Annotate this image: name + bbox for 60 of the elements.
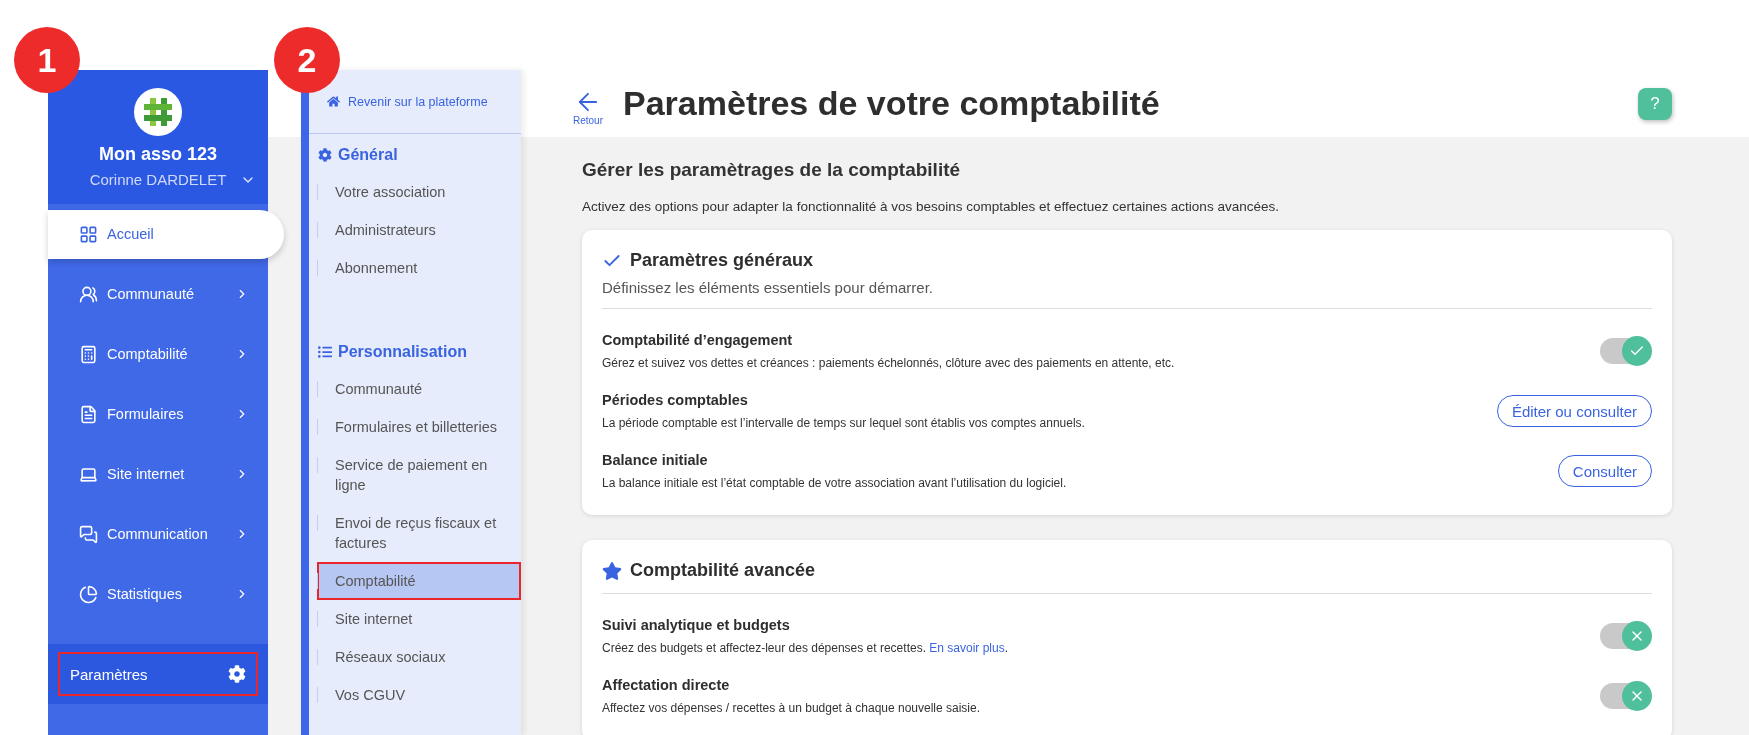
step-badge: 1 (14, 27, 80, 93)
back-button[interactable]: Retour (573, 87, 603, 126)
section-heading: Gérer les paramètrages de la comptabilité (582, 159, 962, 181)
nav-item[interactable]: Formulaires (48, 389, 268, 439)
section-title: Personnalisation (338, 343, 467, 361)
setting-title: Suivi analytique et budgets (602, 616, 791, 634)
organization-name: Mon asso 123 (98, 144, 217, 165)
menu-item[interactable]: Administrateurs (317, 211, 521, 249)
card-title: Paramètres généraux (630, 250, 814, 271)
menu-item[interactable]: Votre association (317, 173, 521, 211)
setting-description: La période comptable est l’intervalle de temps sur lequel sont établis vos comptes annuels. (602, 415, 1085, 431)
menu-item[interactable]: Communauté (317, 370, 521, 408)
menu-item[interactable]: Site internet (317, 600, 521, 638)
menu-item[interactable]: Comptabilité (317, 562, 521, 600)
setting-description: Affectez vos dépenses / recettes à un budget à chaque nouvelle saisie. (602, 700, 981, 716)
settings-link[interactable]: Paramètres (58, 652, 258, 696)
setting-title: Balance initiale (602, 451, 709, 469)
page-title: Paramètres de votre comptabilité (623, 84, 1160, 123)
nav-item[interactable]: Statistiques (48, 569, 268, 619)
toggle-switch[interactable] (1600, 623, 1650, 649)
document-icon (79, 404, 98, 424)
settings-icon (228, 665, 246, 683)
action-button[interactable]: Éditer ou consulter (1496, 395, 1652, 427)
nav-item[interactable]: Communication (48, 509, 268, 559)
intro-text: Activez des options pour adapter la fonctionnalité à vos besoins comptables et effectuez certaines actions avancées. (582, 199, 1280, 214)
nav-item[interactable]: Site internet (48, 449, 268, 499)
setting-title: Périodes comptables (602, 391, 749, 409)
menu-item[interactable]: Réseaux sociaux (317, 638, 521, 676)
nav-item[interactable]: Comptabilité (48, 329, 268, 379)
setting-description: La balance initiale est l’état comptable de votre association avant l’utilisation du logiciel. (602, 475, 1067, 491)
menu-item[interactable]: Abonnement (317, 249, 521, 287)
card-title: Comptabilité avancée (630, 560, 816, 581)
nav-item[interactable]: Communauté (48, 269, 268, 319)
step-badge: 2 (274, 27, 340, 93)
menu-item[interactable]: Vos CGUV (317, 676, 521, 714)
toggle-switch[interactable] (1600, 683, 1650, 709)
logo-icon (134, 88, 182, 136)
star-icon (602, 560, 622, 581)
chat-icon (79, 524, 98, 544)
learn-more-link[interactable]: En savoir plus (929, 641, 1005, 655)
setting-title: Comptabilité d’engagement (602, 331, 794, 349)
card-subtitle: Définissez les éléments essentiels pour démarrer. (602, 279, 934, 296)
pie-chart-icon (79, 584, 98, 604)
menu-item[interactable]: Envoi de reçus fiscaux et factures (317, 504, 521, 562)
menu-item[interactable]: Service de paiement en ligne (317, 446, 521, 504)
grid-icon (79, 224, 98, 244)
users-icon (79, 284, 98, 304)
list-icon (318, 345, 332, 359)
action-button[interactable]: Consulter (1557, 455, 1652, 487)
menu-item[interactable]: Formulaires et billetteries (317, 408, 521, 446)
toggle-switch[interactable] (1600, 338, 1650, 364)
home-icon (327, 95, 340, 108)
nav-item[interactable]: Accueil (48, 209, 284, 259)
setting-title: Affectation directe (602, 676, 731, 694)
user-name: Corinne DARDELET (89, 171, 227, 188)
setting-description: Gérez et suivez vos dettes et créances : paiements échelonnés, clôture avec des paiements en attente, etc. (602, 355, 1175, 371)
settings-icon (318, 148, 332, 162)
setting-description: Créez des budgets et affectez-leur des dépenses et recettes. En savoir plus. (602, 640, 1009, 656)
calculator-icon (79, 344, 98, 364)
section-title: Général (338, 146, 398, 164)
